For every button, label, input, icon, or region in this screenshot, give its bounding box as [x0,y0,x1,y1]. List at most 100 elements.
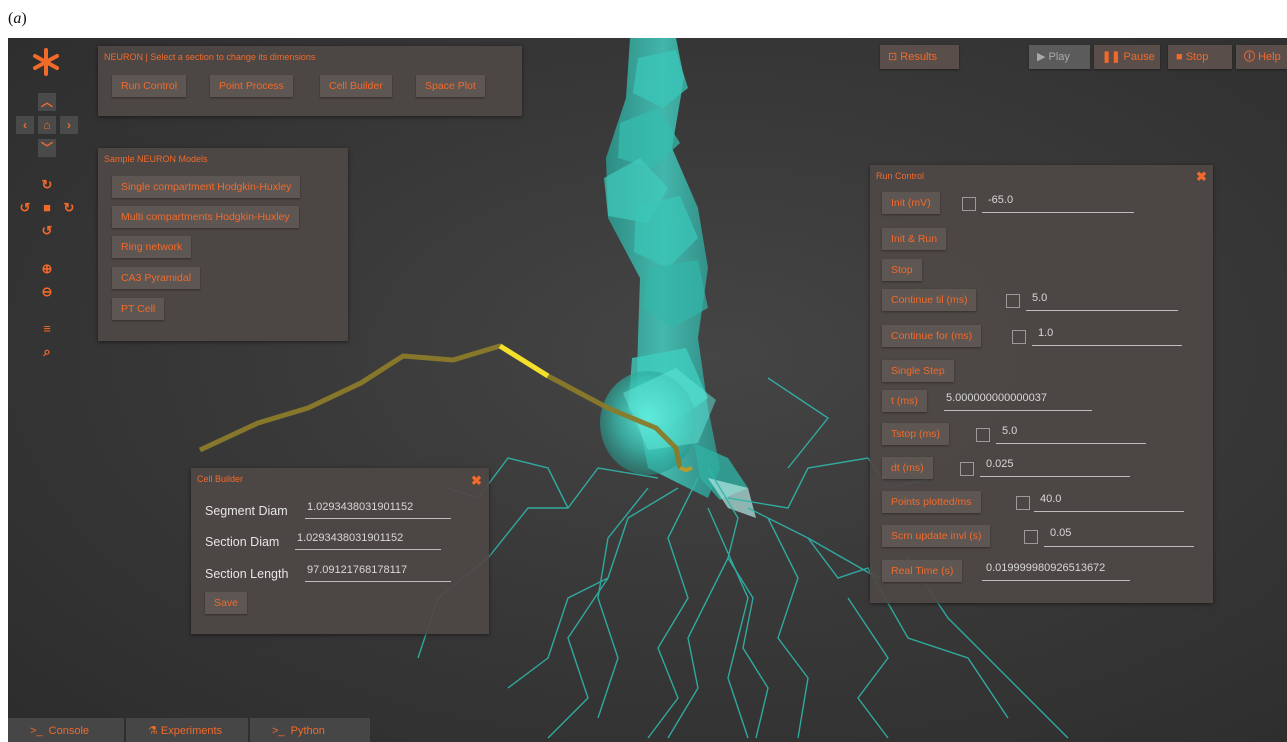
rotate-left-icon[interactable]: ↺ [16,199,34,217]
continue-for-button[interactable]: Continue for (ms) [882,325,982,347]
zoom-in-icon[interactable]: ⊕ [38,260,56,278]
tstop-checkbox[interactable] [976,428,990,442]
dt-button[interactable]: dt (ms) [882,457,933,479]
model-single-compartment-hh[interactable]: Single compartment Hodgkin-Huxley [112,176,301,198]
single-step-button[interactable]: Single Step [882,360,954,382]
run-control-panel: Run Control ✖ Init (mV) -65.0 Init & Run… [870,165,1213,603]
points-plotted-value[interactable]: 40.0 [1040,493,1061,505]
segment-diam-value[interactable]: 1.0293438031901152 [307,501,413,513]
section-diam-value[interactable]: 1.0293438031901152 [297,532,403,544]
model-pt-cell[interactable]: PT Cell [112,298,165,320]
rotate-cw-icon[interactable]: ↻ [38,176,56,194]
t-ms-button[interactable]: t (ms) [882,390,927,412]
continue-til-field[interactable] [1026,310,1178,311]
continue-for-value[interactable]: 1.0 [1038,327,1053,339]
point-process-button[interactable]: Point Process [210,75,293,97]
terminal-icon: >_ [30,725,49,737]
scrn-update-value[interactable]: 0.05 [1050,527,1071,539]
sample-models-panel: Sample NEURON Models Single compartment … [98,148,348,341]
asterisk-logo[interactable] [32,48,60,76]
space-plot-button[interactable]: Space Plot [416,75,485,97]
init-mv-value[interactable]: -65.0 [988,194,1013,206]
list-icon[interactable]: ≡ [38,320,56,338]
tstop-field[interactable] [996,443,1146,444]
camera-icon[interactable]: ■ [38,199,56,217]
section-diam-field[interactable] [295,549,441,550]
results-icon: ⊡ [888,51,901,63]
soma[interactable] [600,368,756,518]
model-ring-network[interactable]: Ring network [112,236,192,258]
pause-icon: ❚❚ [1102,51,1124,63]
init-mv-button[interactable]: Init (mV) [882,192,940,214]
neuron-panel-title: NEURON | Select a section to change its … [104,52,316,62]
section-length-value[interactable]: 97.09121768178117 [307,564,407,576]
section-length-field[interactable] [305,581,451,582]
points-plotted-button[interactable]: Points plotted/ms [882,491,981,513]
t-ms-value[interactable]: 5.000000000000037 [946,392,1047,404]
selected-dendrite-section[interactable] [498,343,550,379]
tab-console[interactable]: >_ Console [8,718,124,742]
t-ms-field[interactable] [944,410,1092,411]
segment-diam-field[interactable] [305,518,451,519]
continue-for-checkbox[interactable] [1012,330,1026,344]
model-ca3-pyramidal[interactable]: CA3 Pyramidal [112,267,201,289]
save-button[interactable]: Save [205,592,247,614]
dt-field[interactable] [980,476,1130,477]
flask-icon: ⚗ [148,725,161,737]
section-length-label: Section Length [205,567,289,581]
tstop-value[interactable]: 5.0 [1002,425,1017,437]
cell-builder-close-icon[interactable]: ✖ [471,474,482,487]
dt-checkbox[interactable] [960,462,974,476]
chevron-down-icon[interactable]: ﹀ [38,139,56,157]
points-plotted-field[interactable] [1034,511,1184,512]
figure-label: (a) [8,10,27,27]
pause-button[interactable]: ❚❚ Pause [1094,45,1160,69]
search-icon[interactable]: ⌕ [38,343,56,361]
real-time-field[interactable] [982,580,1130,581]
tstop-button[interactable]: Tstop (ms) [882,423,950,445]
continue-til-checkbox[interactable] [1006,294,1020,308]
real-time-button[interactable]: Real Time (s) [882,560,963,582]
zoom-out-icon[interactable]: ⊖ [38,283,56,301]
neuron-main-panel: NEURON | Select a section to change its … [98,46,522,116]
models-panel-title: Sample NEURON Models [104,154,208,164]
play-button[interactable]: ▶ Play [1029,45,1090,69]
stop-button[interactable]: Stop [882,259,922,281]
info-icon: ⓘ [1244,51,1259,63]
init-run-button[interactable]: Init & Run [882,228,947,250]
dt-value[interactable]: 0.025 [986,458,1014,470]
home-icon[interactable]: ⌂ [38,116,56,134]
init-mv-checkbox[interactable] [962,197,976,211]
chevron-up-icon[interactable]: ︿ [38,93,56,111]
real-time-value[interactable]: 0.019999980926513672 [986,562,1105,574]
tab-experiments[interactable]: ⚗ Experiments [126,718,248,742]
run-control-title: Run Control [876,171,925,181]
scrn-update-field[interactable] [1044,546,1194,547]
cell-builder-button[interactable]: Cell Builder [320,75,392,97]
cell-builder-panel: Cell Builder ✖ Segment Diam 1.0293438031… [191,468,489,634]
model-multi-compartments-hh[interactable]: Multi compartments Hodgkin-Huxley [112,206,299,228]
chevron-right-icon[interactable]: › [60,116,78,134]
stop-top-button[interactable]: ■ Stop [1168,45,1232,69]
rotate-right-icon[interactable]: ↻ [60,199,78,217]
continue-til-value[interactable]: 5.0 [1032,292,1047,304]
continue-for-field[interactable] [1032,345,1182,346]
points-plotted-checkbox[interactable] [1016,496,1030,510]
cell-builder-title: Cell Builder [197,474,244,484]
init-mv-field[interactable] [982,212,1134,213]
run-control-close-icon[interactable]: ✖ [1196,170,1207,183]
results-button[interactable]: ⊡ Results [880,45,959,69]
segment-diam-label: Segment Diam [205,504,288,518]
stop-icon: ■ [1176,51,1186,63]
viewer-canvas[interactable]: ︿ ‹ ⌂ › ﹀ ↻ ↺ ■ ↻ ↺ ⊕ ⊖ ≡ ⌕ NEURON | Sel… [8,38,1287,742]
chevron-left-icon[interactable]: ‹ [16,116,34,134]
help-button[interactable]: ⓘ Help [1236,45,1287,69]
section-diam-label: Section Diam [205,535,280,549]
rotate-ccw-icon[interactable]: ↺ [38,222,56,240]
scrn-update-checkbox[interactable] [1024,530,1038,544]
tab-python[interactable]: >_ Python [250,718,370,742]
run-control-button[interactable]: Run Control [112,75,187,97]
continue-til-button[interactable]: Continue til (ms) [882,289,977,311]
scrn-update-button[interactable]: Scrn update invl (s) [882,525,991,547]
terminal-icon: >_ [272,725,291,737]
